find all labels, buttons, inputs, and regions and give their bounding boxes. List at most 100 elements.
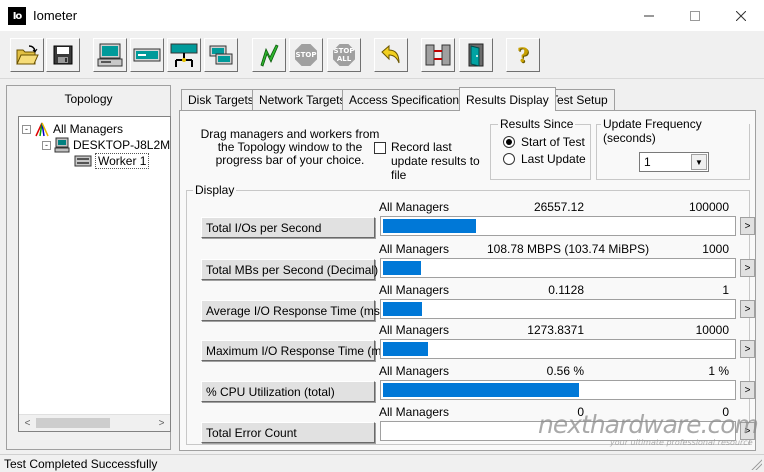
maximize-icon xyxy=(690,10,700,21)
tab-network-targets[interactable]: Network Targets xyxy=(252,89,353,110)
error-count-source-label: All Managers xyxy=(379,405,450,419)
total-ios-metric-button[interactable]: Total I/Os per Second xyxy=(201,217,375,238)
help-button[interactable]: ? xyxy=(506,38,540,72)
resize-grip-icon[interactable] xyxy=(750,458,762,470)
tab-access-specifications[interactable]: Access Specifications xyxy=(342,89,473,110)
chevron-right-icon: > xyxy=(158,417,165,429)
status-bar: Test Completed Successfully xyxy=(0,454,764,472)
tree-item-all-managers[interactable]: - All Managers xyxy=(22,121,123,137)
avg-response-progress-bar[interactable] xyxy=(380,299,736,319)
display-title: Display xyxy=(193,183,237,197)
update-frequency-select[interactable]: 1 ▼ xyxy=(639,152,709,172)
avg-response-expand-button[interactable]: > xyxy=(740,300,755,318)
disk-worker-icon xyxy=(97,43,123,67)
max-response-progress-bar[interactable] xyxy=(380,339,736,359)
scroll-right-button[interactable]: > xyxy=(153,415,170,431)
network-manager-icon xyxy=(170,43,198,67)
exit-button[interactable] xyxy=(459,38,493,72)
cpu-utilization-expand-button[interactable]: > xyxy=(740,381,755,399)
total-ios-max-value: 100000 xyxy=(688,200,729,214)
avg-response-source-label: All Managers xyxy=(379,283,450,297)
topology-panel: Topology - All Managers - DESKTOP-J8L2M xyxy=(6,85,171,450)
radio-label: Start of Test xyxy=(521,135,585,149)
chevron-right-icon: > xyxy=(744,220,751,232)
avg-response-metric-button[interactable]: Average I/O Response Time (ms) xyxy=(201,300,384,321)
all-managers-icon xyxy=(35,122,49,137)
close-button[interactable] xyxy=(718,0,764,31)
tree-horizontal-scrollbar[interactable]: < > xyxy=(19,414,170,431)
total-mbs-max-value: 1000 xyxy=(702,242,729,256)
add-manager-button[interactable] xyxy=(167,38,201,72)
radio-button[interactable] xyxy=(503,153,515,165)
radio-label: Last Update xyxy=(521,152,586,166)
max-response-value: 1273.8371 xyxy=(527,323,584,337)
folder-open-icon xyxy=(16,45,39,65)
tree-expander[interactable]: - xyxy=(22,124,31,134)
topology-tree[interactable]: - All Managers - DESKTOP-J8L2M Worker 1 … xyxy=(18,116,171,432)
stop-button[interactable]: STOP xyxy=(289,38,323,72)
tab-disk-targets[interactable]: Disk Targets xyxy=(181,89,261,110)
stop-all-button[interactable]: STOP ALL xyxy=(327,38,361,72)
error-count-expand-button[interactable]: > xyxy=(740,422,755,440)
total-mbs-metric-button[interactable]: Total MBs per Second (Decimal) xyxy=(201,259,378,280)
start-tests-button[interactable] xyxy=(252,38,286,72)
chevron-down-icon[interactable]: ▼ xyxy=(691,154,707,170)
display-group: Display All Managers 26557.12 100000 Total … xyxy=(186,183,755,445)
reset-workers-button[interactable] xyxy=(374,38,408,72)
tree-expander[interactable]: - xyxy=(42,140,51,150)
max-response-metric-button[interactable]: Maximum I/O Response Time (ms) xyxy=(201,340,391,361)
chevron-right-icon: > xyxy=(744,262,751,274)
record-results-checkbox[interactable] xyxy=(374,142,386,154)
avg-response-progress-fill xyxy=(383,302,422,316)
radio-start-of-test[interactable]: Start of Test xyxy=(503,135,585,149)
drag-instructions: Drag managers and workers from the Topol… xyxy=(200,127,380,167)
results-display-panel: Drag managers and workers from the Topol… xyxy=(179,110,756,451)
avg-response-max-value: 1 xyxy=(722,283,729,297)
update-frequency-title: Update Frequency (seconds) xyxy=(601,117,749,145)
cpu-utilization-metric-button[interactable]: % CPU Utilization (total) xyxy=(201,381,375,402)
tree-item-desktop[interactable]: - DESKTOP-J8L2M xyxy=(42,137,170,153)
tree-item-worker-1[interactable]: Worker 1 xyxy=(74,153,150,169)
total-mbs-expand-button[interactable]: > xyxy=(740,259,755,277)
total-ios-progress-fill xyxy=(383,219,476,233)
total-mbs-progress-bar[interactable] xyxy=(380,258,736,278)
scroll-thumb[interactable] xyxy=(36,418,110,428)
tab-results-display[interactable]: Results Display xyxy=(459,87,556,111)
tree-item-label: Worker 1 xyxy=(95,153,150,169)
radio-button[interactable] xyxy=(503,136,515,148)
radio-last-update[interactable]: Last Update xyxy=(503,152,586,166)
exit-door-icon xyxy=(468,43,484,67)
cpu-utilization-progress-bar[interactable] xyxy=(380,380,736,400)
minimize-icon xyxy=(644,15,654,16)
max-response-source-label: All Managers xyxy=(379,323,450,337)
update-frequency-value: 1 xyxy=(644,155,651,169)
error-count-metric-button[interactable]: Total Error Count xyxy=(201,422,375,443)
results-since-title: Results Since xyxy=(498,117,576,131)
new-disk-worker-button[interactable] xyxy=(93,38,127,72)
max-response-expand-button[interactable]: > xyxy=(740,340,755,358)
save-config-button[interactable] xyxy=(46,38,80,72)
question-mark-icon: ? xyxy=(517,43,529,67)
window-title: Iometer xyxy=(33,8,78,23)
total-ios-expand-button[interactable]: > xyxy=(740,217,755,235)
scroll-left-button[interactable]: < xyxy=(19,415,36,431)
chevron-right-icon: > xyxy=(744,384,751,396)
open-config-button[interactable] xyxy=(10,38,44,72)
chevron-right-icon: > xyxy=(744,343,751,355)
new-network-worker-button[interactable] xyxy=(130,38,164,72)
error-count-progress-bar[interactable] xyxy=(380,421,736,441)
total-mbs-value: 108.78 MBPS (103.74 MiBPS) xyxy=(487,242,650,256)
worker-disk-icon xyxy=(74,155,92,167)
max-response-max-value: 10000 xyxy=(695,323,729,337)
total-ios-progress-bar[interactable] xyxy=(380,216,736,236)
maximize-button[interactable] xyxy=(672,0,718,31)
minimize-button[interactable] xyxy=(626,0,672,31)
topology-label: Topology xyxy=(64,92,113,106)
cpu-utilization-progress-fill xyxy=(383,383,579,397)
network-worker-icon xyxy=(133,48,161,62)
disconnect-managers-button[interactable] xyxy=(421,38,455,72)
copy-worker-button[interactable] xyxy=(204,38,238,72)
status-text: Test Completed Successfully xyxy=(4,457,158,471)
error-count-max-value: 0 xyxy=(722,405,729,419)
record-results-option[interactable]: Record last update results to file xyxy=(374,140,491,182)
